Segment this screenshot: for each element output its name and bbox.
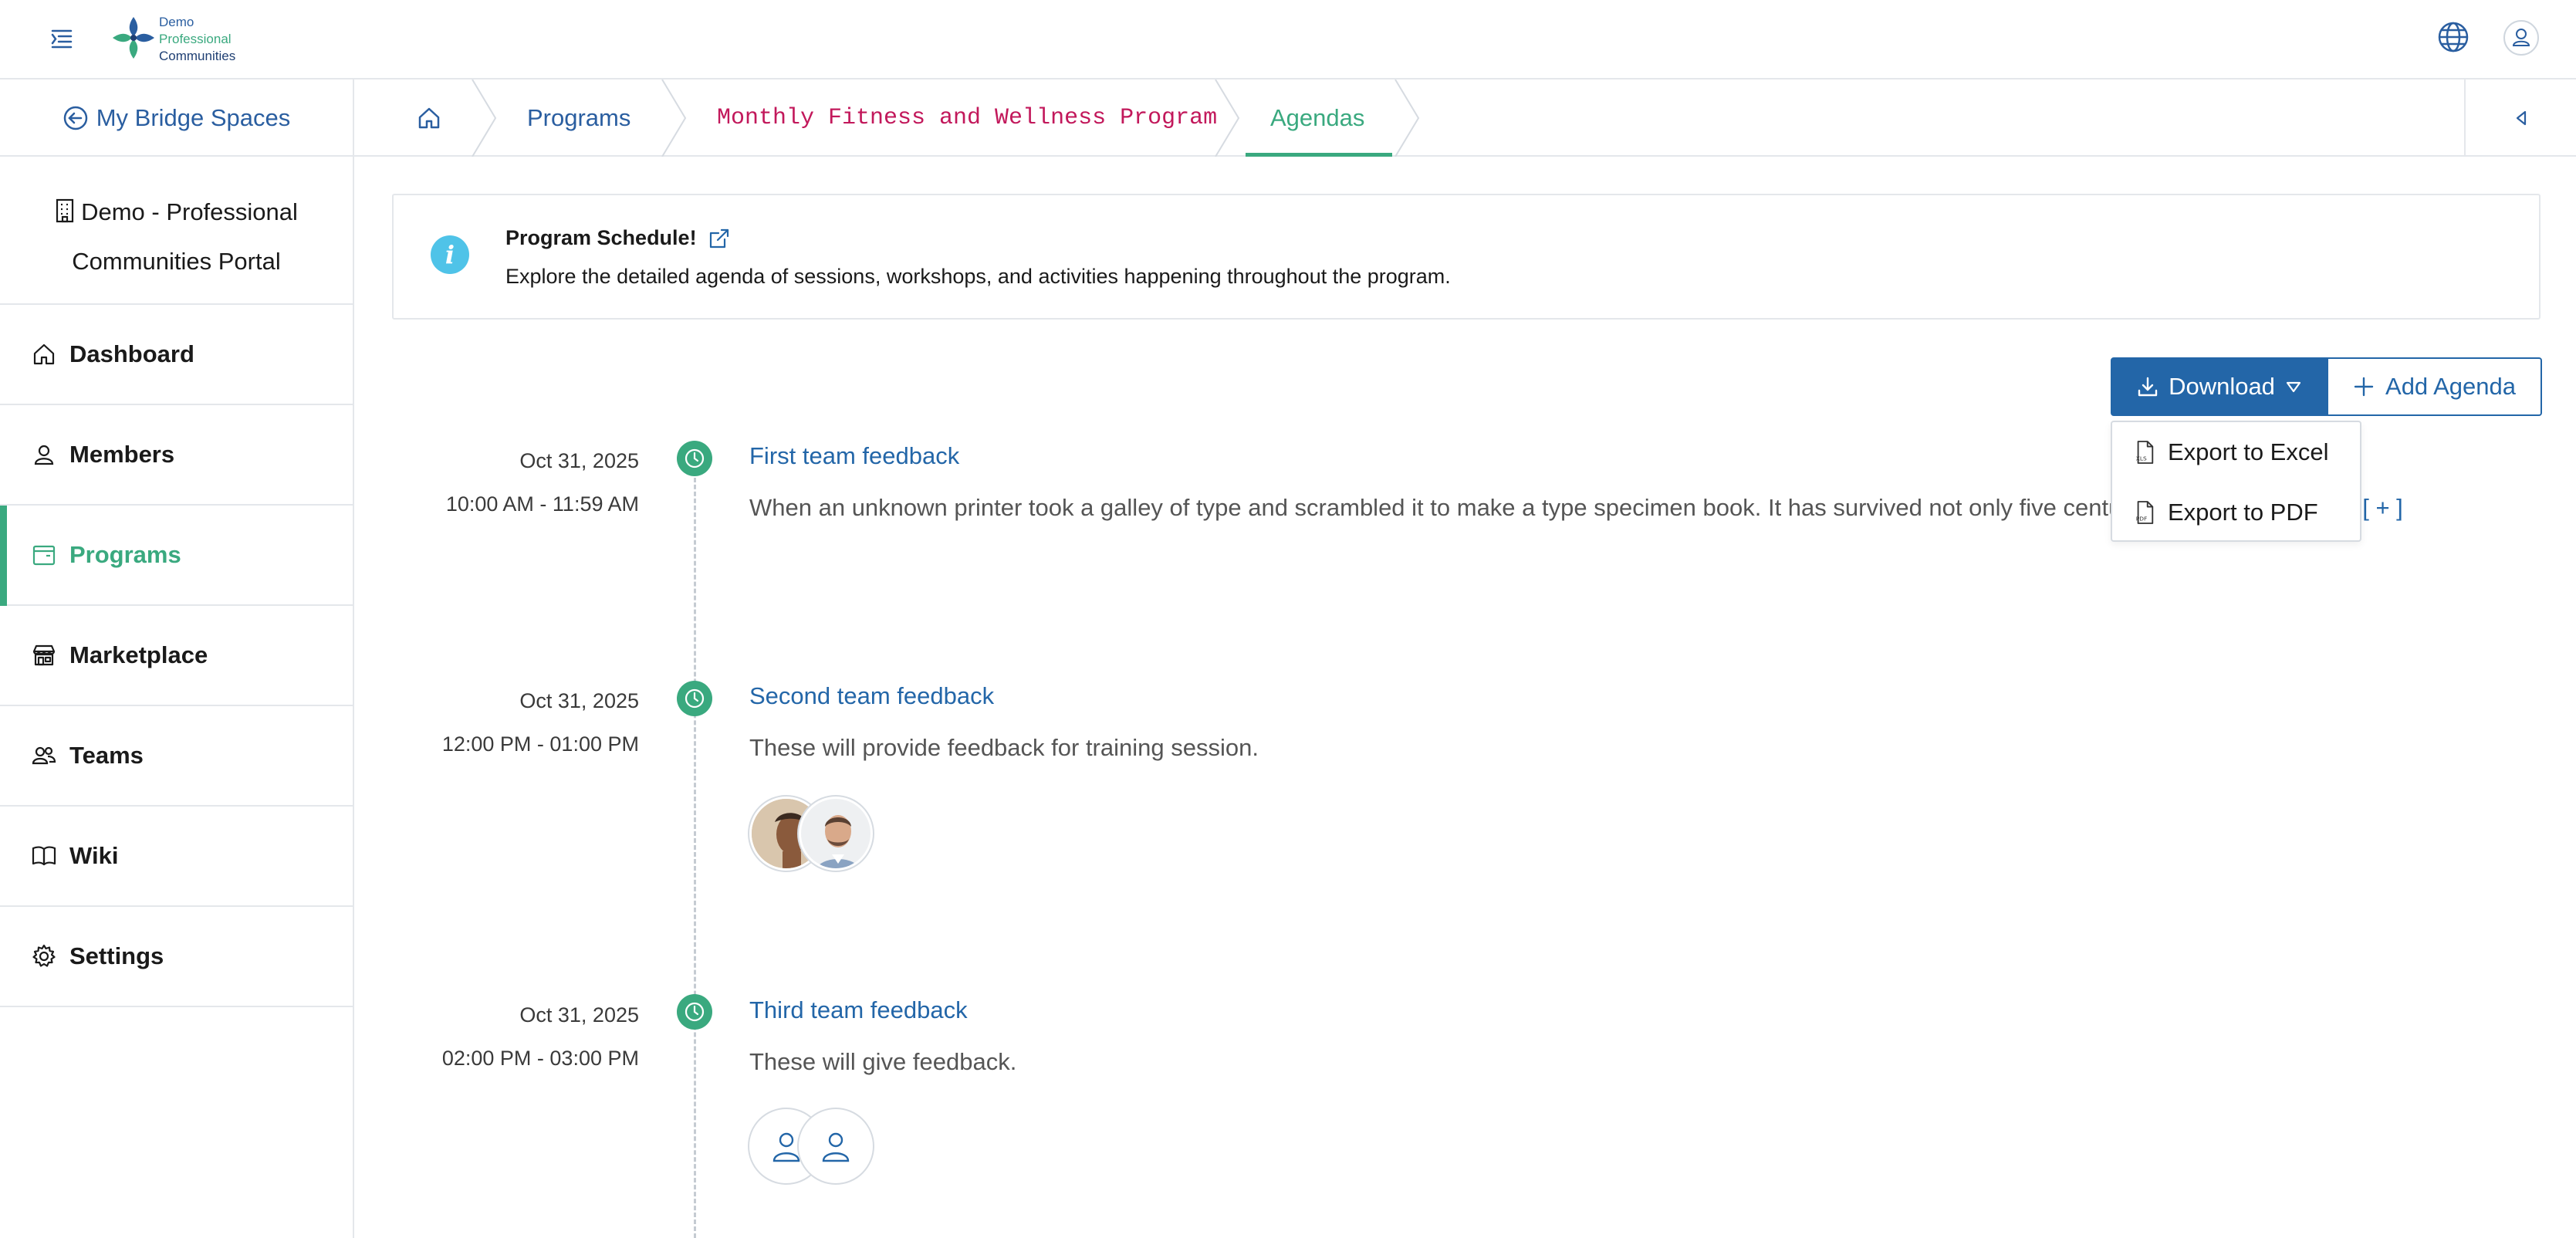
- store-icon: [32, 644, 56, 666]
- export-excel-label: Export to Excel: [2168, 438, 2329, 465]
- sidebar-item-label: Marketplace: [69, 641, 208, 668]
- export-pdf-label: Export to PDF: [2168, 499, 2318, 526]
- sidebar-item-marketplace[interactable]: Marketplace: [0, 606, 353, 706]
- sidebar-item-label: Teams: [69, 742, 144, 769]
- clock-icon: [677, 441, 712, 476]
- gear-icon: [32, 944, 56, 967]
- sidebar-item-label: Wiki: [69, 842, 119, 869]
- info-title-row: Program Schedule!: [505, 226, 731, 250]
- sidebar: Demo - Professional Communities Portal D…: [0, 157, 354, 1238]
- agenda-date: Oct 31, 2025: [519, 1003, 639, 1027]
- agenda-description: These will provide feedback for training…: [749, 734, 1259, 761]
- portal-name-line-1: Demo - Professional: [81, 198, 298, 225]
- timeline-line: [694, 457, 696, 1238]
- expand-description-link[interactable]: [ + ]: [2362, 494, 2403, 521]
- menu-collapse-icon[interactable]: [48, 25, 76, 52]
- sidebar-item-programs[interactable]: Programs: [0, 506, 353, 606]
- breadcrumb-agendas[interactable]: Agendas: [1270, 79, 1364, 157]
- sidebar-item-members[interactable]: Members: [0, 405, 353, 506]
- sidebar-item-wiki[interactable]: Wiki: [0, 807, 353, 907]
- pdf-file-icon: PDF: [2136, 501, 2154, 524]
- active-breadcrumb-underline: [1246, 153, 1392, 157]
- info-title: Program Schedule!: [505, 226, 697, 249]
- caret-left-icon: [2516, 110, 2526, 126]
- breadcrumb: My Bridge Spaces Programs Monthly Fitnes…: [0, 79, 2576, 157]
- sidebar-item-label: Members: [69, 441, 175, 468]
- arrow-left-circle-icon: [63, 106, 87, 130]
- agenda-title[interactable]: Third team feedback: [749, 996, 968, 1024]
- brand-line-2: Professional: [159, 32, 232, 46]
- brand-line-3: Communities: [159, 49, 236, 63]
- home-icon: [418, 107, 440, 129]
- download-dropdown-menu: XLS Export to Excel PDF Export to PDF: [2111, 421, 2361, 542]
- agenda-date: Oct 31, 2025: [519, 449, 639, 472]
- sidebar-item-label: Dashboard: [69, 340, 194, 367]
- agenda-title[interactable]: Second team feedback: [749, 682, 994, 710]
- home-icon: [33, 343, 55, 365]
- breadcrumb-separator: [661, 79, 687, 157]
- breadcrumb-separator: [1215, 79, 1240, 157]
- agenda-date: Oct 31, 2025: [519, 689, 639, 712]
- svg-text:PDF: PDF: [2136, 515, 2148, 522]
- breadcrumb-separator: [472, 79, 497, 157]
- user-icon: [822, 1132, 850, 1162]
- brand-name: Demo Professional Communities: [159, 14, 235, 65]
- agenda-actions: Download Add Agenda: [2111, 357, 2542, 416]
- clock-icon: [677, 994, 712, 1030]
- user-avatar-button[interactable]: [2503, 20, 2539, 56]
- participant-avatar[interactable]: [799, 1109, 873, 1183]
- breadcrumb-separator: [1394, 79, 1420, 157]
- participant-avatar[interactable]: [799, 797, 873, 871]
- portal-name-line-2: Communities Portal: [72, 248, 281, 275]
- sidebar-item-settings[interactable]: Settings: [0, 907, 353, 1007]
- portal-name: Demo - Professional Communities Portal: [0, 157, 353, 305]
- download-icon: [2138, 377, 2158, 397]
- download-button-label: Download: [2169, 373, 2275, 400]
- info-alert: i Program Schedule! Explore the detailed…: [392, 194, 2541, 320]
- agenda-description: These will give feedback.: [749, 1048, 1017, 1075]
- book-icon: [32, 846, 56, 866]
- back-link-label: My Bridge Spaces: [96, 104, 291, 131]
- external-link-icon[interactable]: [708, 227, 731, 250]
- back-to-spaces-link[interactable]: My Bridge Spaces: [0, 79, 354, 157]
- building-icon: [56, 198, 74, 223]
- globe-icon[interactable]: [2436, 20, 2470, 54]
- agenda-title[interactable]: First team feedback: [749, 442, 959, 470]
- info-description: Explore the detailed agenda of sessions,…: [505, 265, 1451, 288]
- sidebar-nav: Dashboard Members Programs Marketplace T…: [0, 305, 353, 1007]
- programs-icon: [32, 545, 56, 566]
- collapse-panel-button[interactable]: [2464, 79, 2576, 157]
- info-icon: i: [431, 235, 469, 274]
- add-agenda-button[interactable]: Add Agenda: [2328, 357, 2542, 416]
- team-icon: [32, 746, 56, 765]
- brand-line-1: Demo: [159, 15, 194, 29]
- sidebar-item-dashboard[interactable]: Dashboard: [0, 305, 353, 405]
- breadcrumb-program[interactable]: Monthly Fitness and Wellness Program: [717, 79, 1217, 157]
- sidebar-item-label: Settings: [69, 942, 164, 969]
- agenda-time: 12:00 PM - 01:00 PM: [441, 732, 639, 756]
- user-icon: [2512, 29, 2530, 46]
- excel-file-icon: XLS: [2136, 441, 2154, 464]
- sidebar-item-teams[interactable]: Teams: [0, 706, 353, 807]
- download-button[interactable]: Download: [2111, 357, 2328, 416]
- export-pdf-option[interactable]: PDF Export to PDF: [2112, 482, 2360, 543]
- svg-text:XLS: XLS: [2136, 455, 2147, 462]
- top-header: Demo Professional Communities: [0, 0, 2576, 79]
- clock-icon: [677, 681, 712, 716]
- agenda-time: 02:00 PM - 03:00 PM: [441, 1047, 639, 1070]
- plus-icon: [2354, 377, 2374, 397]
- breadcrumb-programs[interactable]: Programs: [527, 79, 630, 157]
- caret-down-icon: [2286, 381, 2301, 393]
- agenda-time: 10:00 AM - 11:59 AM: [445, 492, 639, 516]
- user-icon: [34, 445, 54, 465]
- sidebar-item-label: Programs: [69, 541, 181, 568]
- breadcrumb-home[interactable]: [409, 79, 449, 157]
- export-excel-option[interactable]: XLS Export to Excel: [2112, 422, 2360, 482]
- add-agenda-label: Add Agenda: [2385, 373, 2516, 400]
